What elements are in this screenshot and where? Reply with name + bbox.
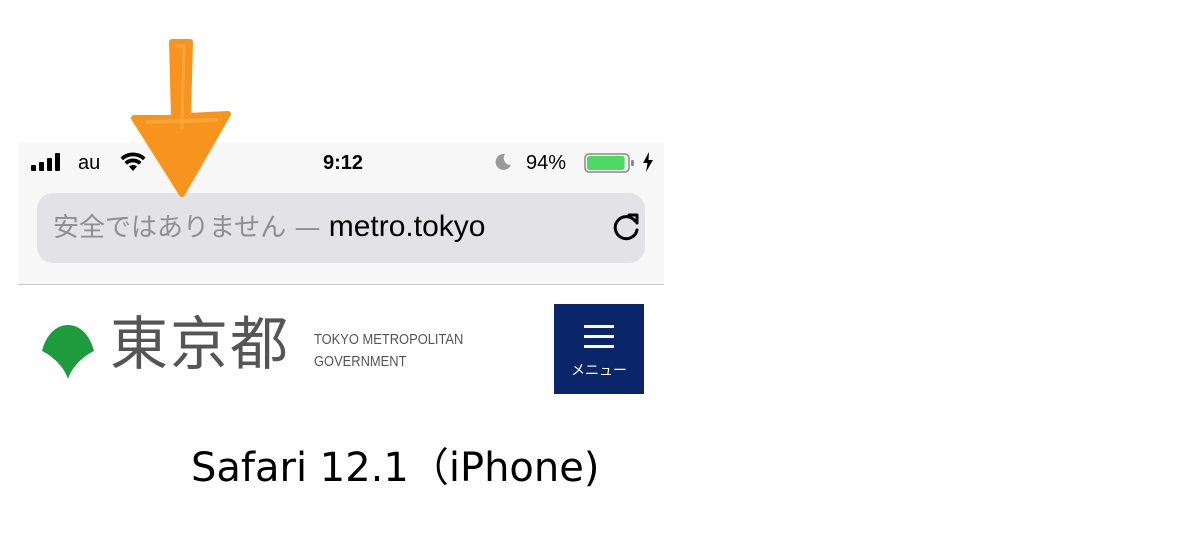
- down-arrow-icon: [131, 39, 231, 197]
- safari-browser-chrome: au 9:12 94% 安全ではありません — metro.tokyo: [18, 143, 664, 285]
- carrier-name: au: [78, 152, 101, 174]
- reload-icon[interactable]: [609, 211, 643, 245]
- battery-percent: 94%: [526, 152, 567, 174]
- url-domain: metro.tokyo: [328, 210, 486, 243]
- not-secure-warning: 安全ではありません —: [53, 213, 329, 243]
- address-bar[interactable]: 安全ではありません — metro.tokyo: [37, 193, 645, 263]
- menu-label: メニュー: [571, 363, 627, 379]
- menu-button[interactable]: メニュー: [554, 304, 644, 394]
- logo-english-line2: GOVERNMENT: [314, 353, 407, 370]
- logo-kanji[interactable]: 東京都: [110, 311, 290, 377]
- caption: Safari 12.1（iPhone): [191, 445, 600, 491]
- charging-bolt-icon: [643, 152, 653, 172]
- logo-english-text[interactable]: TOKYO METROPOLITAN GOVERNMENT: [314, 329, 463, 373]
- logo-english-line1: TOKYO METROPOLITAN: [314, 331, 464, 348]
- moon-icon: [495, 153, 511, 170]
- status-time: 9:12: [322, 152, 364, 174]
- iphone-screenshot: au 9:12 94% 安全ではありません — metro.tokyo 東京都 …: [18, 143, 664, 400]
- signal-bars-icon: [31, 153, 60, 171]
- hamburger-icon: [584, 325, 614, 348]
- address-text[interactable]: 安全ではありません — metro.tokyo: [53, 209, 573, 245]
- site-header: 東京都 TOKYO METROPOLITAN GOVERNMENT メニュー: [18, 285, 664, 400]
- battery-icon: [584, 153, 634, 173]
- status-bar: au 9:12 94%: [18, 143, 664, 183]
- battery-level-fill: [587, 156, 625, 170]
- ginkgo-leaf-logo-icon[interactable]: [40, 321, 96, 379]
